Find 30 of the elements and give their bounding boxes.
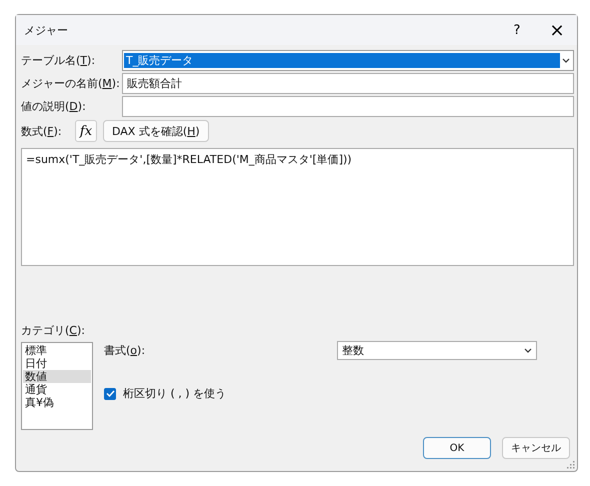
checkbox[interactable] — [104, 388, 116, 400]
cancel-button[interactable]: キャンセル — [502, 437, 570, 459]
dropdown-value: 整数 — [342, 342, 364, 358]
field-label: メジャーの名前(M): — [21, 76, 121, 91]
category-item[interactable]: 数値 — [23, 370, 91, 383]
insert-function-button[interactable]: fx — [75, 120, 97, 142]
resize-grip-icon — [567, 461, 575, 469]
formula-label: 数式(F): — [21, 124, 63, 138]
dropdown-value: T_販売データ — [124, 53, 560, 68]
format-dropdown[interactable]: 整数 — [337, 340, 537, 360]
category-item[interactable]: 通貨 — [23, 383, 91, 396]
format-label: 書式(o): — [104, 342, 146, 358]
chevron-down-icon — [524, 348, 532, 352]
checkbox-label: 桁区切り ( , ) を使う — [123, 386, 226, 401]
field-label: 値の説明(D): — [21, 99, 87, 114]
table-name-dropdown[interactable]: T_販売データ — [122, 50, 574, 71]
field-label: テーブル名(T): — [21, 53, 96, 68]
input-field[interactable] — [122, 96, 574, 117]
category-label: カテゴリ(C): — [21, 323, 86, 338]
category-item[interactable]: 標準 — [23, 344, 91, 357]
ok-button[interactable]: OK — [423, 437, 491, 459]
close-button[interactable]: × — [537, 15, 577, 45]
category-item[interactable]: 真¥偽 — [23, 396, 91, 409]
chevron-down-icon — [562, 58, 570, 63]
window-title: メジャー — [24, 22, 69, 38]
help-button[interactable]: ? — [497, 15, 537, 45]
formula-editor[interactable]: =sumx('T_販売データ',[数量]*RELATED('M_商品マスタ'[単価])) — [21, 148, 574, 266]
check-dax-button[interactable]: DAX 式を確認(H) — [103, 120, 209, 142]
category-item[interactable]: 日付 — [23, 357, 91, 370]
input-field[interactable]: 販売額合計 — [122, 73, 574, 94]
